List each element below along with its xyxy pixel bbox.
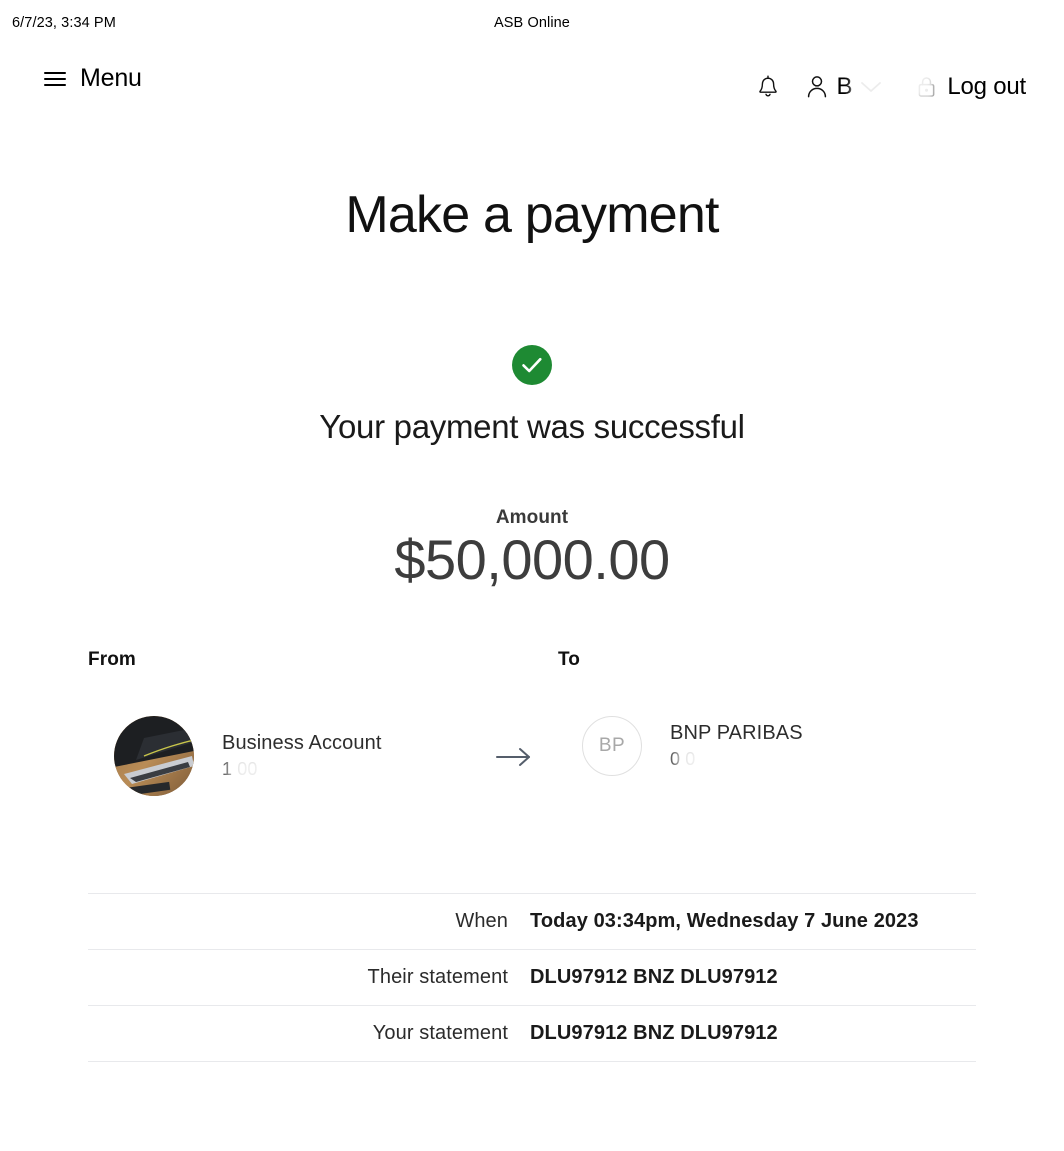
account-switcher[interactable]: B <box>805 73 883 101</box>
page-title: Make a payment <box>345 186 719 244</box>
success-check-circle-icon <box>512 345 552 385</box>
app-header: Menu B Log out <box>0 60 1064 126</box>
success-message: Your payment was successful <box>319 408 745 445</box>
logout-button[interactable]: Log out <box>916 73 1026 101</box>
transfer-direction-arrow <box>496 746 532 768</box>
arrow-right-icon <box>496 748 530 766</box>
browser-print-status-bar: 6/7/23, 3:34 PM ASB Online <box>0 0 1064 46</box>
lock-icon <box>918 77 935 97</box>
logout-label: Log out <box>947 73 1026 100</box>
from-column-label: From <box>88 649 136 670</box>
notifications-button[interactable] <box>745 70 791 104</box>
person-icon <box>807 76 826 98</box>
account-name-label: B <box>836 73 853 100</box>
detail-label-when: When <box>455 910 508 932</box>
table-row: When Today 03:34pm, Wednesday 7 June 202… <box>88 894 976 950</box>
to-account-number: 0 0 <box>670 747 803 771</box>
to-account-text: BNP PARIBAS 0 0 <box>670 720 803 771</box>
detail-value-their-statement: DLU97912 BNZ DLU97912 <box>530 966 778 988</box>
menu-button-label: Menu <box>80 64 142 92</box>
payment-details-table: When Today 03:34pm, Wednesday 7 June 202… <box>88 893 976 1062</box>
detail-value-when: Today 03:34pm, Wednesday 7 June 2023 <box>530 910 919 932</box>
to-column-label: To <box>558 649 581 670</box>
from-account-number: 1 00 <box>222 757 381 781</box>
chevron-down-icon <box>861 82 882 92</box>
amount-label: Amount <box>495 507 569 528</box>
hamburger-menu-icon <box>44 71 66 86</box>
to-account-name: BNP PARIBAS <box>670 722 803 745</box>
table-row: Your statement DLU97912 BNZ DLU97912 <box>88 1006 976 1062</box>
laptop-on-desk-photo <box>114 716 194 796</box>
from-account: Business Account 1 00 <box>114 716 381 796</box>
menu-button[interactable]: Menu <box>44 66 142 91</box>
check-icon <box>522 357 542 373</box>
detail-value-your-statement: DLU97912 BNZ DLU97912 <box>530 1022 778 1044</box>
to-account: BP BNP PARIBAS 0 0 <box>582 716 803 776</box>
from-account-text: Business Account 1 00 <box>222 730 381 781</box>
transfer-summary: From To Business Account 1 00 BP BNP PAR… <box>88 650 976 830</box>
detail-label-your-statement: Your statement <box>372 1022 508 1044</box>
detail-label-their-statement: Their statement <box>367 966 508 988</box>
from-account-name: Business Account <box>222 732 382 755</box>
to-account-avatar-initials: BP <box>582 716 642 776</box>
table-row: Their statement DLU97912 BNZ DLU97912 <box>88 950 976 1006</box>
bell-icon <box>758 75 777 97</box>
header-right-actions: B Log out <box>745 70 1026 104</box>
status-bar-document-title: ASB Online <box>494 15 570 31</box>
amount-value: $50,000.00 <box>394 528 670 591</box>
from-account-avatar-photo <box>114 716 194 796</box>
